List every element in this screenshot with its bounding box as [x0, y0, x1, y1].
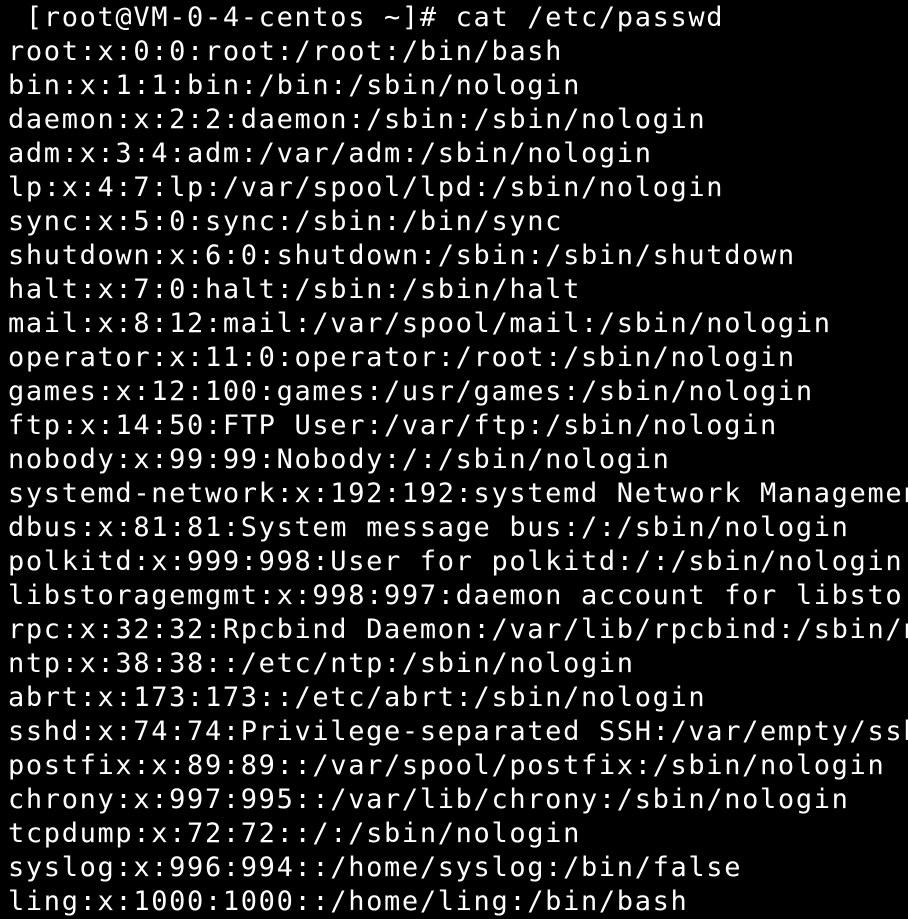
terminal-window[interactable]: [root@VM-0-4-centos ~]# cat /etc/passwd …: [0, 0, 908, 919]
terminal-output-line: chrony:x:997:995::/var/lib/chrony:/sbin/…: [8, 784, 850, 815]
terminal-prompt-line: [root@VM-0-4-centos ~]# cat /etc/passwd: [8, 2, 725, 33]
terminal-output-line: lp:x:4:7:lp:/var/spool/lpd:/sbin/nologin: [8, 172, 725, 203]
terminal-output-line: ntp:x:38:38::/etc/ntp:/sbin/nologin: [8, 648, 635, 679]
terminal-output-line: sshd:x:74:74:Privilege-separated SSH:/va…: [8, 716, 908, 747]
terminal-output-line: rpc:x:32:32:Rpcbind Daemon:/var/lib/rpcb…: [8, 614, 908, 645]
terminal-output-line: polkitd:x:999:998:User for polkitd:/:/sb…: [8, 546, 904, 577]
terminal-output-line: mail:x:8:12:mail:/var/spool/mail:/sbin/n…: [8, 308, 832, 339]
terminal-output-line: adm:x:3:4:adm:/var/adm:/sbin/nologin: [8, 138, 653, 169]
terminal-output-line: abrt:x:173:173::/etc/abrt:/sbin/nologin: [8, 682, 707, 713]
terminal-output-line: ling:x:1000:1000::/home/ling:/bin/bash: [8, 886, 689, 917]
terminal-output-line: ftp:x:14:50:FTP User:/var/ftp:/sbin/nolo…: [8, 410, 778, 441]
terminal-output-line: libstoragemgmt:x:998:997:daemon account …: [8, 580, 908, 611]
terminal-output-line: syslog:x:996:994::/home/syslog:/bin/fals…: [8, 852, 743, 883]
terminal-output-line: shutdown:x:6:0:shutdown:/sbin:/sbin/shut…: [8, 240, 796, 271]
terminal-output-line: games:x:12:100:games:/usr/games:/sbin/no…: [8, 376, 814, 407]
terminal-output-line: halt:x:7:0:halt:/sbin:/sbin/halt: [8, 274, 581, 305]
terminal-output-line: root:x:0:0:root:/root:/bin/bash: [8, 36, 564, 67]
terminal-output-line: tcpdump:x:72:72::/:/sbin/nologin: [8, 818, 581, 849]
terminal-output-line: dbus:x:81:81:System message bus:/:/sbin/…: [8, 512, 850, 543]
terminal-output-line: systemd-network:x:192:192:systemd Networ…: [8, 478, 908, 509]
terminal-output-line: postfix:x:89:89::/var/spool/postfix:/sbi…: [8, 750, 886, 781]
terminal-output-line: operator:x:11:0:operator:/root:/sbin/nol…: [8, 342, 796, 373]
terminal-output-line: bin:x:1:1:bin:/bin:/sbin/nologin: [8, 70, 581, 101]
terminal-output-line: nobody:x:99:99:Nobody:/:/sbin/nologin: [8, 444, 671, 475]
terminal-output-line: daemon:x:2:2:daemon:/sbin:/sbin/nologin: [8, 104, 707, 135]
terminal-output-line: sync:x:5:0:sync:/sbin:/bin/sync: [8, 206, 564, 237]
